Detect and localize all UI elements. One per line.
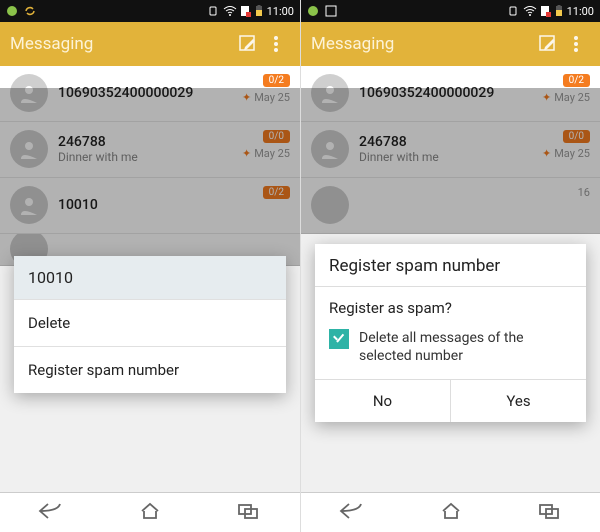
compose-icon[interactable] (534, 34, 562, 54)
spam-dialog: Register spam number Register as spam? D… (315, 244, 586, 422)
recents-button[interactable] (236, 502, 262, 524)
battery-icon (255, 5, 263, 17)
home-button[interactable] (139, 502, 161, 524)
context-menu: 10010 Delete Register spam number (14, 256, 286, 393)
recents-button[interactable] (537, 502, 563, 524)
clock-text: 11:00 (567, 5, 594, 18)
sim-error-icon (241, 5, 251, 17)
overflow-icon[interactable] (262, 35, 290, 53)
unread-badge: 0/2 (263, 74, 290, 87)
home-button[interactable] (440, 502, 462, 524)
clock-text: 11:00 (267, 5, 294, 18)
back-button[interactable] (38, 502, 64, 524)
status-bar: 11:00 (0, 0, 300, 22)
action-bar: Messaging (0, 22, 300, 66)
status-bar: 11:00 (301, 0, 600, 22)
context-menu-header: 10010 (14, 256, 286, 299)
dialog-button-bar: No Yes (315, 379, 586, 422)
checkbox-label: Delete all messages of the selected numb… (359, 329, 572, 365)
battery-icon (555, 5, 563, 17)
compose-icon[interactable] (234, 34, 262, 54)
dialog-question: Register as spam? (315, 287, 586, 325)
action-bar: Messaging (301, 22, 600, 66)
wifi-icon (223, 5, 237, 17)
app-notif-icon (6, 5, 18, 17)
phone-left: 11:00 Messaging 10690352400000029 0/2 ✦M… (0, 0, 300, 532)
overflow-icon[interactable] (562, 35, 590, 53)
sync-icon (24, 5, 36, 17)
back-button[interactable] (339, 502, 365, 524)
wifi-icon (523, 5, 537, 17)
phone-right: 11:00 Messaging 10690352400000029 0/2 ✦M… (300, 0, 600, 532)
nav-bar (0, 492, 300, 532)
app-notif-icon (307, 5, 319, 17)
dialog-title: Register spam number (315, 244, 586, 286)
app-title: Messaging (311, 34, 534, 54)
nav-bar (301, 492, 600, 532)
delete-messages-checkbox[interactable]: Delete all messages of the selected numb… (315, 325, 586, 379)
scrim[interactable] (0, 88, 300, 266)
no-button[interactable]: No (315, 380, 450, 422)
context-menu-register-spam[interactable]: Register spam number (14, 346, 286, 393)
scrim[interactable] (301, 88, 600, 234)
app-title: Messaging (10, 34, 234, 54)
vibrate-icon (507, 5, 519, 17)
vibrate-icon (207, 5, 219, 17)
sim-error-icon (541, 5, 551, 17)
checkbox-icon (329, 329, 349, 349)
unread-badge: 0/2 (563, 74, 590, 87)
yes-button[interactable]: Yes (450, 380, 586, 422)
context-menu-delete[interactable]: Delete (14, 299, 286, 346)
screenshot-icon (325, 5, 337, 17)
